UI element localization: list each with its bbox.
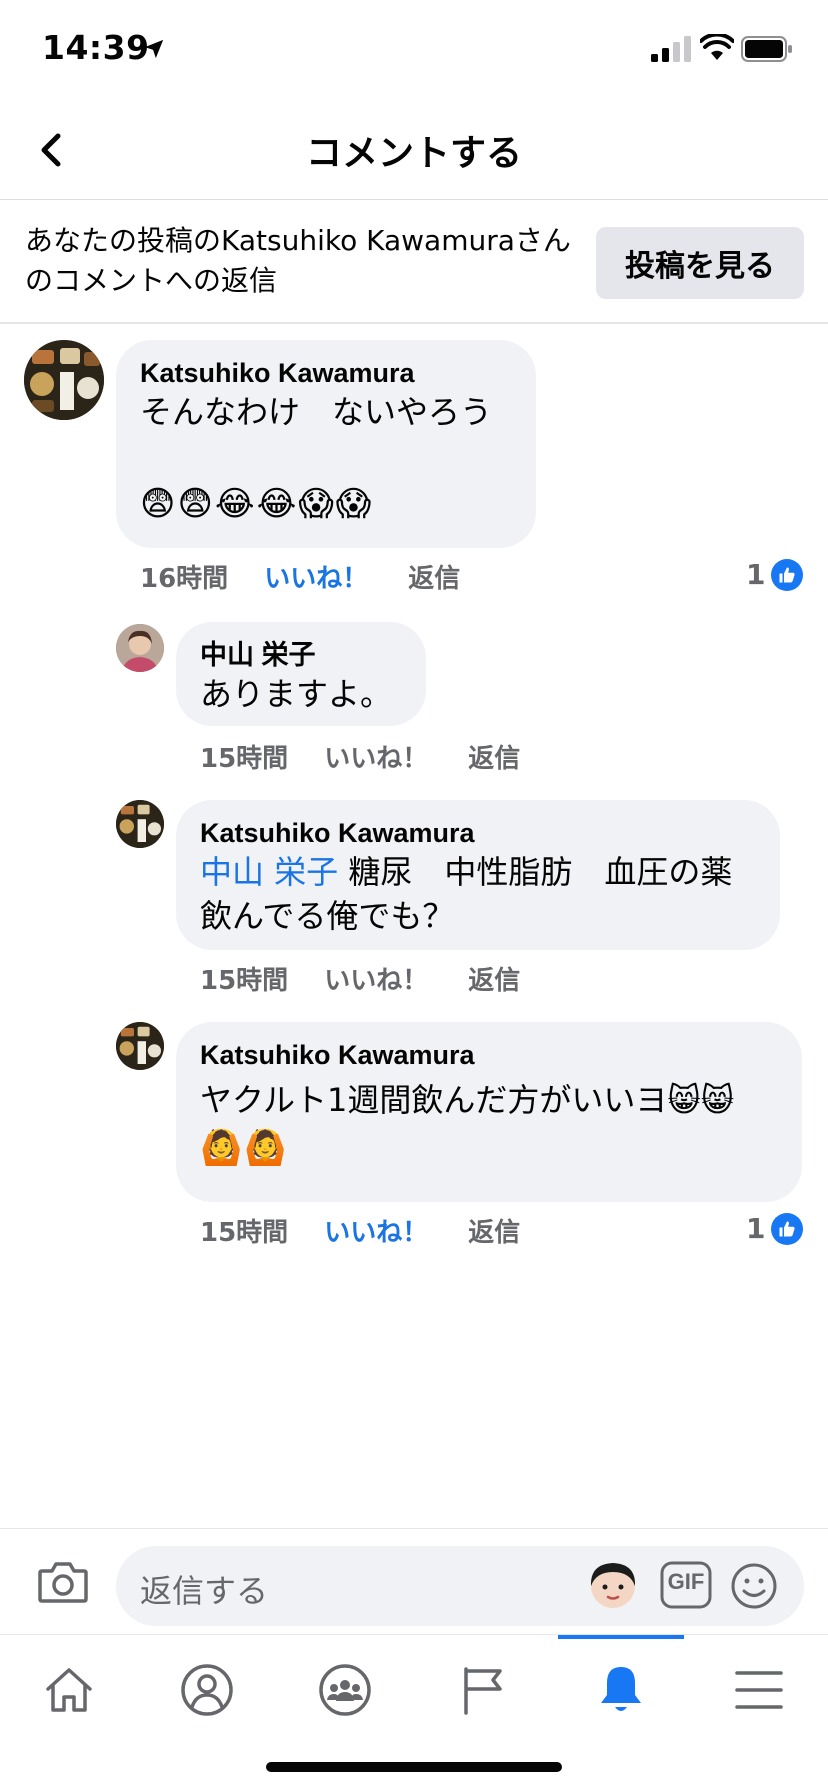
like-button[interactable]: いいね！: [324, 960, 428, 997]
home-icon: [46, 1668, 92, 1712]
comment-time[interactable]: 16時間: [140, 558, 228, 595]
reply-input-placeholder: 返信する: [140, 1572, 269, 1610]
reply-button[interactable]: 返信: [468, 738, 520, 775]
emoji-smiley-icon[interactable]: [730, 1562, 778, 1610]
page-title: コメントする: [305, 133, 522, 174]
comment-text: ヤクルト1週間飲んだ方がいいヨ😸😸: [200, 1081, 735, 1119]
reply-input[interactable]: 返信する GIF: [116, 1546, 804, 1626]
avatar-photo-person: [116, 624, 164, 672]
header: コメントする: [0, 100, 828, 200]
comment-meta: 15時間 いいね！ 返信: [200, 1212, 520, 1249]
reply-composer: 返信する GIF: [0, 1528, 828, 1634]
avatar-photo-food: [116, 1022, 164, 1070]
comment-blank-line: [140, 434, 512, 478]
comment-emoji: 😨😨😂😂😱😱: [140, 484, 374, 524]
gif-button[interactable]: GIF: [660, 1561, 712, 1609]
tab-notifications[interactable]: [552, 1635, 690, 1745]
profile-icon: [181, 1664, 233, 1716]
mention-link[interactable]: 中山 栄子: [200, 853, 338, 891]
like-button[interactable]: いいね！: [324, 1212, 428, 1249]
pages-flag-icon: [464, 1667, 502, 1715]
like-button[interactable]: いいね！: [264, 558, 368, 595]
comment-author[interactable]: Katsuhiko Kawamura: [200, 1038, 778, 1072]
comment-emoji: 🙆🙆: [200, 1128, 289, 1168]
tab-home[interactable]: [0, 1635, 138, 1745]
comment-meta: 16時間 いいね！ 返信: [140, 558, 460, 595]
comment-time[interactable]: 15時間: [200, 738, 288, 775]
avatar[interactable]: [24, 340, 104, 420]
avatar[interactable]: [116, 1022, 164, 1070]
comment-author[interactable]: Katsuhiko Kawamura: [200, 816, 756, 850]
reaction-count-number: 1: [746, 558, 766, 591]
reply-button[interactable]: 返信: [468, 960, 520, 997]
avatar-photo-food: [24, 340, 104, 420]
comment-bubble[interactable]: 中山 栄子 ありますよ。: [176, 622, 426, 726]
tab-menu[interactable]: [690, 1635, 828, 1745]
reaction-count[interactable]: 1: [746, 1212, 804, 1245]
battery-icon: [741, 36, 792, 62]
thumbs-up-icon: [771, 558, 804, 591]
comment-author[interactable]: Katsuhiko Kawamura: [140, 356, 512, 390]
comment-bubble[interactable]: Katsuhiko Kawamura 中山 栄子 糖尿 中性脂肪 血圧の薬飲んで…: [176, 800, 780, 950]
menu-icon: [735, 1671, 783, 1709]
reaction-count-number: 1: [746, 1212, 766, 1245]
reply-button[interactable]: 返信: [468, 1212, 520, 1249]
cellular-signal-icon: [651, 36, 691, 62]
notifications-bell-icon: [601, 1667, 641, 1711]
comment-text: そんなわけ ないやろう: [140, 393, 493, 431]
tab-groups[interactable]: [276, 1635, 414, 1745]
wifi-icon: [700, 34, 734, 60]
comment-time[interactable]: 15時間: [200, 960, 288, 997]
reply-button[interactable]: 返信: [408, 558, 460, 595]
comment-bubble[interactable]: Katsuhiko Kawamura ヤクルト1週間飲んだ方がいいヨ😸😸 🙆🙆: [176, 1022, 802, 1202]
comment-bubble[interactable]: Katsuhiko Kawamura そんなわけ ないやろう 😨😨😂😂😱😱: [116, 340, 536, 548]
avatar-sticker-icon[interactable]: [586, 1558, 640, 1612]
view-post-button[interactable]: 投稿を見る: [596, 227, 804, 299]
avatar[interactable]: [116, 624, 164, 672]
comment-text: 中山 栄子 糖尿 中性脂肪 血圧の薬飲んでる俺でも？: [200, 850, 756, 938]
home-indicator: [266, 1762, 562, 1772]
reply-context-bar: あなたの投稿のKatsuhiko Kawamuraさんのコメントへの返信 投稿を…: [0, 201, 828, 324]
comment-meta: 15時間 いいね！ 返信: [200, 960, 520, 997]
status-time: 14:39: [42, 28, 150, 67]
avatar[interactable]: [116, 800, 164, 848]
status-bar: 14:39: [0, 0, 828, 100]
comment-time[interactable]: 15時間: [200, 1212, 288, 1249]
thumbs-up-icon: [771, 1212, 804, 1245]
tab-profile[interactable]: [138, 1635, 276, 1745]
comment-meta: 15時間 いいね！ 返信: [200, 738, 520, 775]
like-button[interactable]: いいね！: [324, 738, 428, 775]
camera-icon[interactable]: [36, 1555, 90, 1609]
reaction-count[interactable]: 1: [746, 558, 804, 591]
tab-pages[interactable]: [414, 1635, 552, 1745]
comment-author[interactable]: 中山 栄子: [200, 638, 402, 672]
groups-icon: [319, 1664, 371, 1716]
gif-label: GIF: [667, 1569, 705, 1594]
reply-context-text: あなたの投稿のKatsuhiko Kawamuraさんのコメントへの返信: [25, 224, 571, 297]
avatar-photo-food: [116, 800, 164, 848]
comment-text: ありますよ。: [200, 675, 393, 713]
location-arrow-icon: [144, 39, 164, 59]
